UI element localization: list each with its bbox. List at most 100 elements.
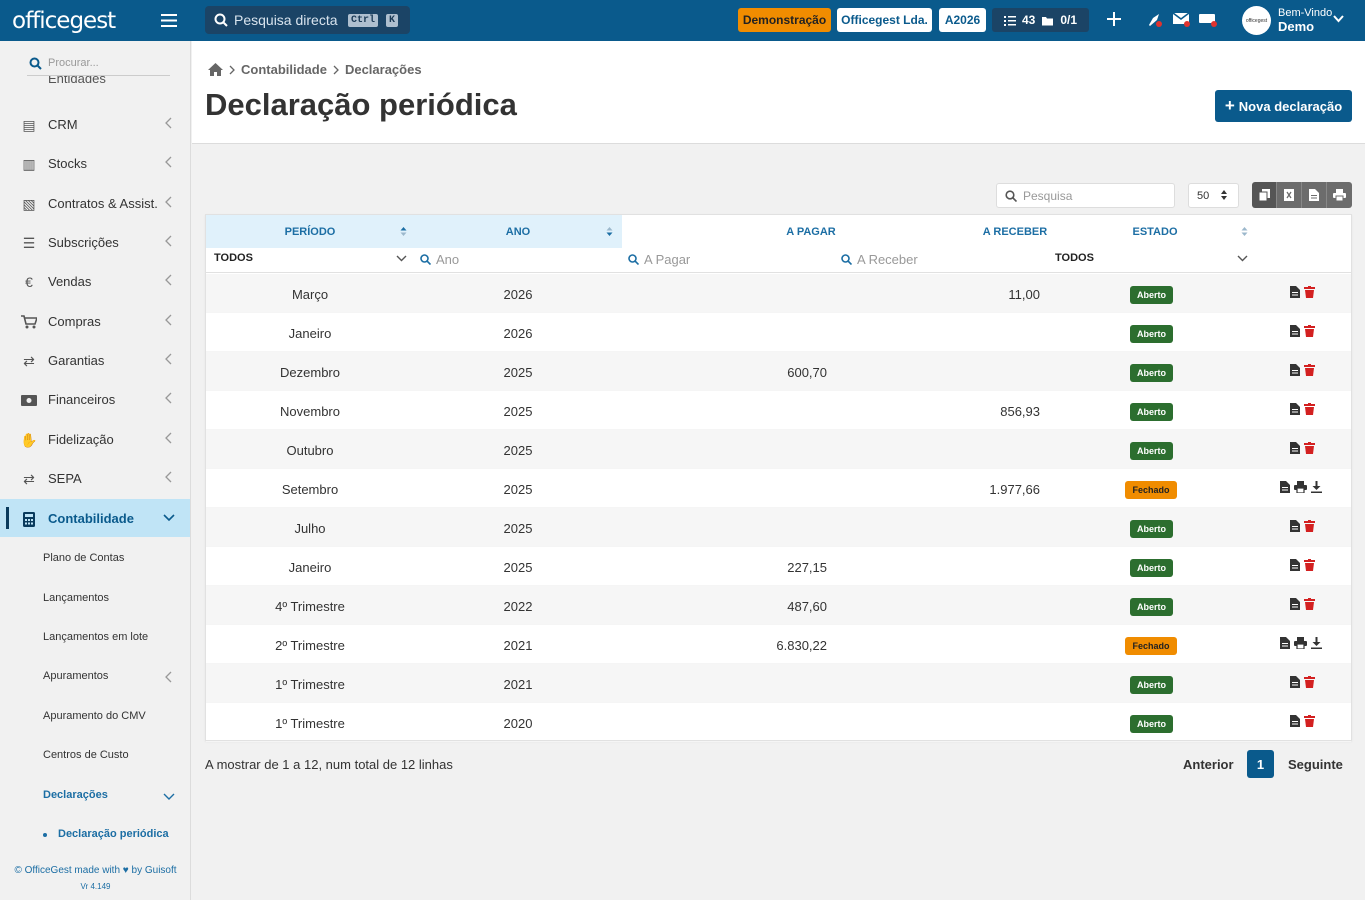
sidebar-subitem-apuramentos[interactable]: Apuramentos bbox=[0, 658, 190, 696]
ticket-icon[interactable] bbox=[1199, 12, 1217, 27]
sidebar-item-fidelizacao[interactable]: ✋ Fidelização bbox=[0, 420, 190, 458]
avatar[interactable]: officegest bbox=[1242, 6, 1271, 35]
trash-icon[interactable] bbox=[1304, 286, 1315, 298]
row-actions bbox=[1290, 559, 1319, 571]
document-icon[interactable] bbox=[1290, 559, 1300, 571]
header-a-receber[interactable]: A RECEBER bbox=[910, 215, 1120, 248]
demo-badge[interactable]: Demonstração bbox=[738, 8, 831, 32]
filter-a-receber-input[interactable]: A Receber bbox=[841, 252, 918, 267]
header-estado[interactable]: ESTADO bbox=[1120, 215, 1190, 248]
trash-icon[interactable] bbox=[1304, 442, 1315, 454]
table-row[interactable]: Março 2026 11,00 Aberto bbox=[206, 274, 1351, 313]
chevron-down-icon[interactable] bbox=[396, 255, 407, 262]
home-icon[interactable] bbox=[208, 63, 223, 76]
table-row[interactable]: Janeiro 2026 Aberto bbox=[206, 313, 1351, 352]
table-row[interactable]: Janeiro 2025 227,15 Aberto bbox=[206, 547, 1351, 586]
company-selector[interactable]: Officegest Lda. bbox=[837, 8, 932, 32]
print-button[interactable] bbox=[1327, 182, 1352, 208]
document-icon[interactable] bbox=[1290, 598, 1300, 610]
document-icon[interactable] bbox=[1290, 520, 1300, 532]
table-row[interactable]: 2º Trimestre 2021 6.830,22 Fechado bbox=[206, 625, 1351, 664]
chevron-down-icon[interactable] bbox=[1237, 255, 1248, 262]
sidebar-item-financeiros[interactable]: Financeiros bbox=[0, 380, 190, 418]
menu-toggle-icon[interactable] bbox=[161, 14, 177, 27]
sidebar-item-subscricoes[interactable]: ☰ Subscrições bbox=[0, 223, 190, 261]
table-row[interactable]: Julho 2025 Aberto bbox=[206, 508, 1351, 547]
trash-icon[interactable] bbox=[1304, 325, 1315, 337]
rocket-icon[interactable] bbox=[1146, 12, 1162, 28]
chevron-down-icon bbox=[163, 514, 175, 522]
document-icon[interactable] bbox=[1290, 403, 1300, 415]
document-icon[interactable] bbox=[1290, 715, 1300, 727]
breadcrumb-contabilidade[interactable]: Contabilidade bbox=[241, 62, 327, 77]
counters-group[interactable]: 43 0/1 bbox=[992, 8, 1089, 32]
sidebar-item-garantias[interactable]: ⇄ Garantias bbox=[0, 341, 190, 379]
download-icon[interactable] bbox=[1311, 481, 1322, 493]
document-icon[interactable] bbox=[1280, 637, 1290, 649]
filter-a-pagar-input[interactable]: A Pagar bbox=[628, 252, 690, 267]
table-row[interactable]: Setembro 2025 1.977,66 Fechado bbox=[206, 469, 1351, 508]
sidebar-item-contratos[interactable]: ▧ Contratos & Assist. bbox=[0, 184, 190, 222]
document-icon[interactable] bbox=[1290, 325, 1300, 337]
table-search-input[interactable]: Pesquisa bbox=[996, 183, 1175, 208]
sidebar-subitem-lancamentos[interactable]: Lançamentos bbox=[0, 580, 190, 618]
trash-icon[interactable] bbox=[1304, 559, 1315, 571]
filter-ano-input[interactable]: Ano bbox=[420, 252, 459, 267]
trash-icon[interactable] bbox=[1304, 520, 1315, 532]
sidebar-subitem-apuramento-cmv[interactable]: Apuramento do CMV bbox=[0, 698, 190, 736]
excel-button[interactable] bbox=[1277, 182, 1302, 208]
sidebar-subitem-declaracao-periodica[interactable]: Declaração periódica bbox=[0, 816, 190, 854]
sidebar-item-sepa[interactable]: ⇄ SEPA bbox=[0, 459, 190, 497]
sidebar-subitem-plano-contas[interactable]: Plano de Contas bbox=[0, 540, 190, 578]
year-selector[interactable]: A2026 bbox=[939, 8, 986, 32]
document-icon[interactable] bbox=[1280, 481, 1290, 493]
table-row[interactable]: Outubro 2025 Aberto bbox=[206, 430, 1351, 469]
sidebar-item-label: Financeiros bbox=[48, 391, 116, 407]
document-icon[interactable] bbox=[1290, 442, 1300, 454]
page-1-button[interactable]: 1 bbox=[1247, 750, 1274, 778]
copy-button[interactable] bbox=[1252, 182, 1277, 208]
trash-icon[interactable] bbox=[1304, 403, 1315, 415]
trash-icon[interactable] bbox=[1304, 364, 1315, 376]
global-search[interactable]: Pesquisa directa Ctrl K bbox=[205, 6, 410, 34]
sidebar-item-crm[interactable]: ▤ CRM bbox=[0, 105, 190, 143]
add-icon[interactable] bbox=[1105, 10, 1123, 28]
header-periodo[interactable]: PERÍODO bbox=[206, 215, 414, 248]
trash-icon[interactable] bbox=[1304, 598, 1315, 610]
filter-periodo-select[interactable]: TODOS bbox=[214, 252, 253, 264]
sort-icon[interactable] bbox=[1241, 226, 1248, 237]
filter-estado-select[interactable]: TODOS bbox=[1055, 252, 1094, 264]
print-icon[interactable] bbox=[1294, 481, 1307, 493]
table-row[interactable]: 4º Trimestre 2022 487,60 Aberto bbox=[206, 586, 1351, 625]
table-row[interactable]: Dezembro 2025 600,70 Aberto bbox=[206, 352, 1351, 391]
pdf-button[interactable] bbox=[1302, 182, 1327, 208]
table-row[interactable]: Novembro 2025 856,93 Aberto bbox=[206, 391, 1351, 430]
sidebar-subitem-centros-custo[interactable]: Centros de Custo bbox=[0, 737, 190, 775]
sidebar-subitem-lancamentos-lote[interactable]: Lançamentos em lote bbox=[0, 619, 190, 657]
document-icon[interactable] bbox=[1290, 286, 1300, 298]
document-icon[interactable] bbox=[1290, 364, 1300, 376]
previous-page-button[interactable]: Anterior bbox=[1183, 757, 1234, 772]
sidebar-search[interactable]: Procurar... bbox=[27, 51, 170, 76]
table-row[interactable]: 1º Trimestre 2020 Aberto bbox=[206, 703, 1351, 742]
page-size-select[interactable]: 50 bbox=[1188, 183, 1239, 208]
header-ano[interactable]: ANO bbox=[414, 215, 622, 248]
next-page-button[interactable]: Seguinte bbox=[1288, 757, 1343, 772]
trash-icon[interactable] bbox=[1304, 715, 1315, 727]
table-row[interactable]: 1º Trimestre 2021 Aberto bbox=[206, 664, 1351, 703]
download-icon[interactable] bbox=[1311, 637, 1322, 649]
sidebar-item-vendas[interactable]: € Vendas bbox=[0, 262, 190, 300]
new-declaration-button[interactable]: + Nova declaração bbox=[1215, 90, 1352, 122]
trash-icon[interactable] bbox=[1304, 676, 1315, 688]
sidebar-item-entidades-partial[interactable]: Entidades bbox=[48, 76, 106, 86]
sidebar-item-contabilidade[interactable]: Contabilidade bbox=[0, 499, 190, 537]
user-menu[interactable]: Bem-Vindo Demo bbox=[1278, 7, 1332, 33]
document-icon[interactable] bbox=[1290, 676, 1300, 688]
breadcrumb-declaracoes[interactable]: Declarações bbox=[345, 62, 422, 77]
chevron-down-icon[interactable] bbox=[1333, 15, 1344, 23]
sidebar-item-stocks[interactable]: ▥ Stocks bbox=[0, 144, 190, 182]
print-icon[interactable] bbox=[1294, 637, 1307, 649]
mail-icon[interactable] bbox=[1173, 12, 1190, 27]
sidebar-subitem-declaracoes[interactable]: Declarações bbox=[0, 777, 190, 815]
sidebar-item-compras[interactable]: Compras bbox=[0, 302, 190, 340]
